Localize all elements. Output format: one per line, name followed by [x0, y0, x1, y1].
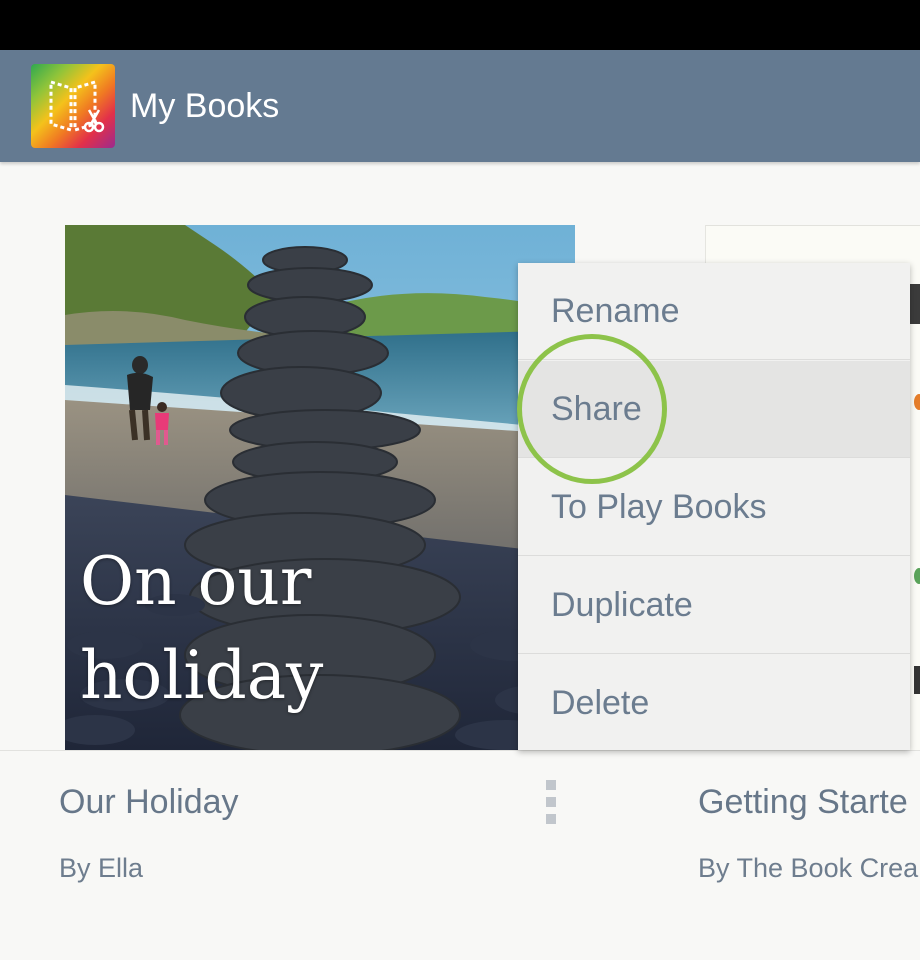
cover-decoration-green: [914, 568, 920, 584]
menu-item-share[interactable]: Share: [518, 361, 910, 458]
cover-letter-fragment-2: [914, 666, 920, 694]
cover-decoration-orange: [914, 394, 920, 410]
app-bar: My Books: [0, 50, 920, 162]
menu-item-duplicate[interactable]: Duplicate: [518, 557, 910, 654]
menu-item-to-play-books[interactable]: To Play Books: [518, 459, 910, 556]
menu-item-delete[interactable]: Delete: [518, 655, 910, 752]
cover-title: On our holiday: [80, 543, 324, 714]
book-author: By The Book Crea: [698, 853, 919, 883]
book-author: By Ella: [59, 853, 144, 883]
book-context-menu: Rename Share To Play Books Duplicate Del…: [518, 263, 910, 750]
book-cover-our-holiday[interactable]: On our holiday: [65, 225, 575, 750]
menu-item-rename[interactable]: Rename: [518, 263, 910, 360]
more-vert-icon[interactable]: [538, 778, 564, 826]
book-title[interactable]: Our Holiday: [59, 780, 239, 824]
book-creator-icon[interactable]: [31, 64, 115, 148]
book-title[interactable]: Getting Starte: [698, 780, 908, 824]
app-title: My Books: [130, 87, 280, 125]
status-bar: [0, 0, 920, 50]
